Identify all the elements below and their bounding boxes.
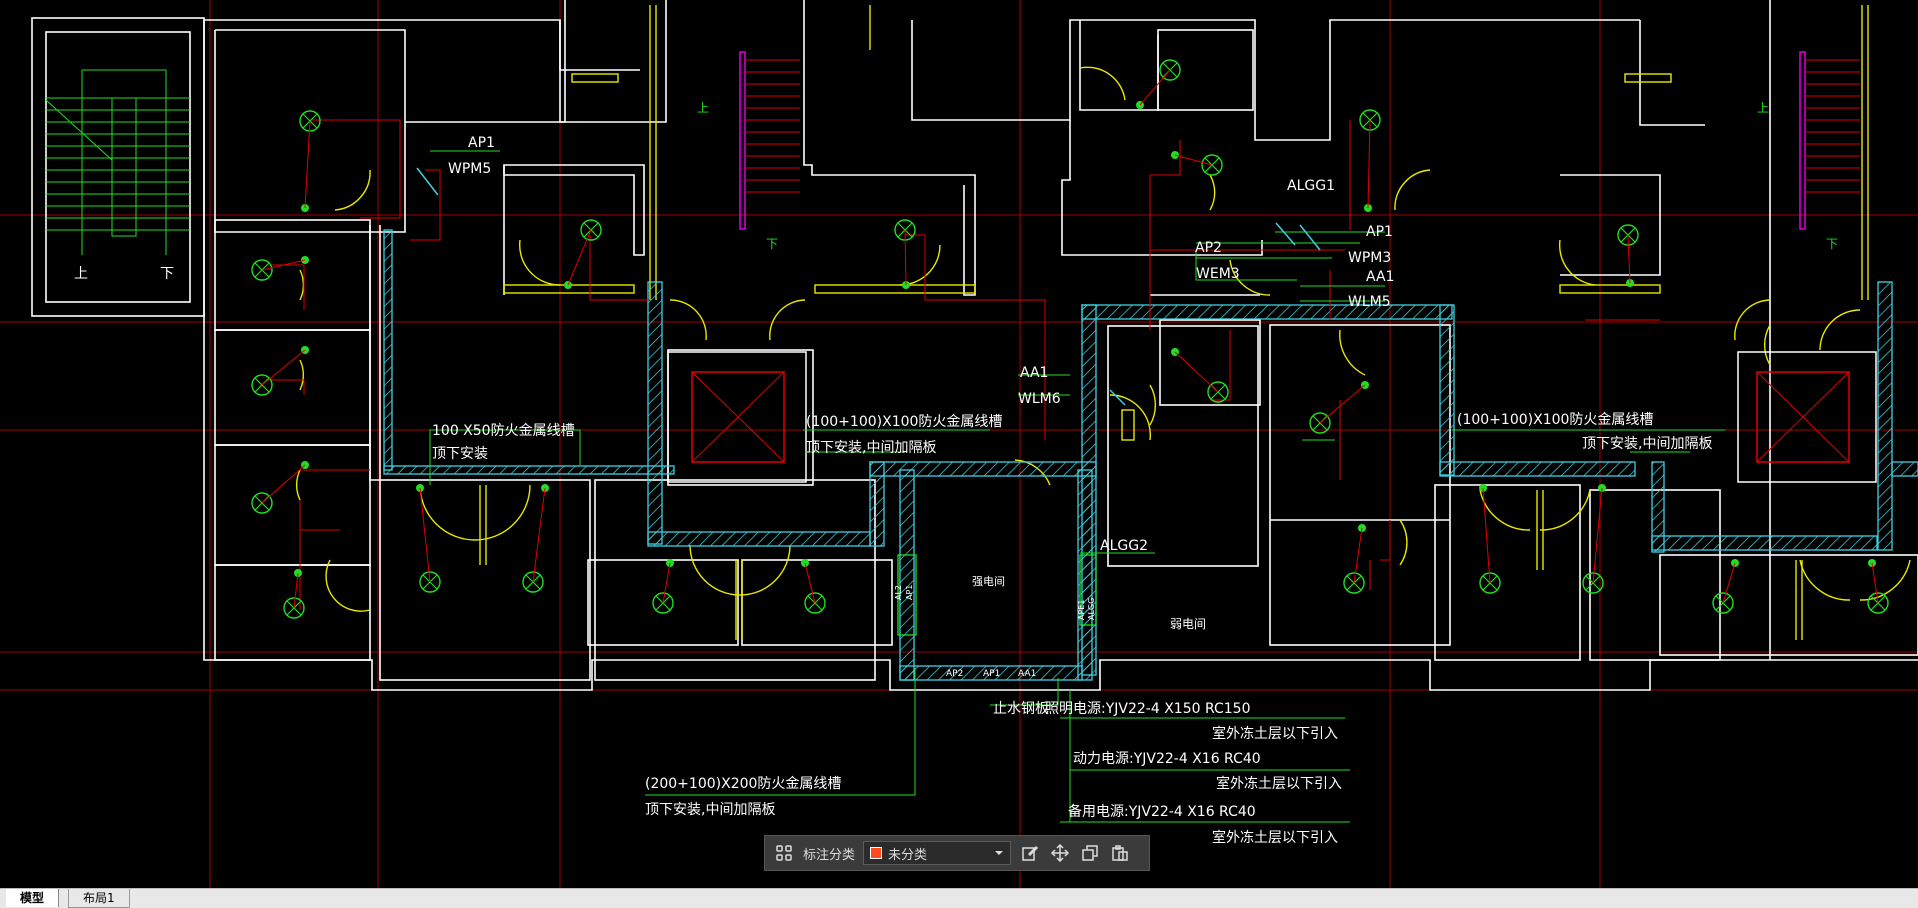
- label-aa1-mid: AA1: [1020, 365, 1048, 381]
- cad-drawing-canvas[interactable]: AP1 WPM5 100 X50防火金属线槽 顶下安装 (100+100)X10…: [0, 0, 1918, 890]
- label-vert-2: AP1: [905, 585, 914, 600]
- cable-trays: [383, 229, 1918, 681]
- label-ap1-left: AP1: [468, 135, 495, 151]
- label-wlm5: WLM5: [1348, 294, 1391, 310]
- category-select[interactable]: 未分类: [863, 841, 1012, 865]
- pointer-arrows: [416, 167, 1321, 406]
- switch-icon: [564, 229, 592, 289]
- label-tray-left-1: 100 X50防火金属线槽: [432, 423, 575, 439]
- switch-icon: [532, 484, 549, 583]
- label-light-power: 照明电源:YJV22-4 X150 RC150: [1045, 701, 1251, 717]
- stair-left: [45, 69, 190, 255]
- label-tray-mid-1: (100+100)X100防火金属线槽: [806, 414, 1002, 430]
- label-algg2: ALGG2: [1100, 538, 1148, 554]
- switch-icon: [416, 484, 431, 583]
- label-stair-up: 上: [74, 266, 88, 282]
- switch-icon: [1479, 484, 1491, 584]
- label-tray-bottom-2: 顶下安装,中间加隔板: [645, 802, 775, 818]
- switch-icon: [1364, 119, 1372, 212]
- paste-icon[interactable]: [1109, 842, 1131, 864]
- switch-icon: [1868, 559, 1879, 604]
- label-wpm3: WPM3: [1348, 250, 1391, 266]
- label-wem3: WEM3: [1196, 266, 1240, 282]
- switch-icon: [293, 569, 302, 609]
- switch-icon: [1136, 69, 1171, 109]
- switch-icon: [261, 461, 309, 504]
- switch-icon: [301, 120, 311, 212]
- label-room-weak: 弱电间: [1170, 617, 1206, 631]
- label-aa1-bottom: AA1: [1018, 669, 1036, 679]
- label-stop-plate: 止水钢板: [993, 701, 1049, 717]
- label-algg1: ALGG1: [1287, 178, 1335, 194]
- label-ap2-bottom: AP2: [946, 669, 963, 679]
- label-tray-mid-2: 顶下安装,中间加隔板: [806, 440, 936, 456]
- label-vert-4: ALGG: [1087, 598, 1096, 620]
- chevron-down-icon: [994, 846, 1004, 861]
- label-vert-1: AL2: [894, 585, 903, 600]
- category-label: 标注分类: [803, 847, 856, 863]
- label-tray-right-2: 顶下安装,中间加隔板: [1582, 436, 1712, 452]
- label-tray-bottom-1: (200+100)X200防火金属线槽: [645, 776, 841, 792]
- label-outdoor-3: 室外冻土层以下引入: [1212, 829, 1338, 846]
- annotation-toolbar: 标注分类 未分类: [764, 835, 1150, 871]
- tab-model[interactable]: 模型: [6, 889, 60, 907]
- label-stair-up-2: 上: [697, 101, 709, 115]
- category-value: 未分类: [888, 847, 928, 863]
- copy-icon[interactable]: [1079, 842, 1101, 864]
- label-ap2: AP2: [1195, 240, 1222, 256]
- tab-layout1[interactable]: 布局1: [68, 889, 130, 908]
- label-stair-down-3: 下: [1826, 237, 1838, 251]
- label-stair-down-2: 下: [766, 237, 778, 251]
- label-ap1-bottom: AP1: [983, 669, 1000, 679]
- label-ap1-right: AP1: [1366, 224, 1393, 240]
- label-wpm5: WPM5: [448, 161, 491, 177]
- label-vert-3: APE1: [1077, 600, 1086, 620]
- label-stair-up-3: 上: [1757, 101, 1769, 115]
- move-icon[interactable]: [1049, 842, 1071, 864]
- label-power-supply: 动力电源:YJV22-4 X16 RC40: [1073, 751, 1261, 767]
- label-backup-power: 备用电源:YJV22-4 X16 RC40: [1068, 803, 1256, 820]
- label-tray-left-2: 顶下安装: [432, 446, 488, 462]
- switch-icon: [1626, 234, 1634, 287]
- label-outdoor-2: 室外冻土层以下引入: [1216, 775, 1342, 792]
- category-color-swatch: [870, 847, 883, 859]
- label-outdoor-1: 室外冻土层以下引入: [1212, 725, 1338, 742]
- label-aa1-right: AA1: [1366, 269, 1394, 285]
- label-wlm6: WLM6: [1018, 391, 1061, 407]
- grid-icon[interactable]: [773, 842, 795, 864]
- layout-tab-bar: 模型 布局1: [0, 888, 1918, 908]
- switch-icon: [662, 559, 674, 604]
- label-tray-right-1: (100+100)X100防火金属线槽: [1457, 412, 1653, 428]
- edit-icon[interactable]: [1019, 842, 1041, 864]
- label-stair-down: 下: [160, 266, 174, 282]
- switch-icon: [1171, 348, 1219, 393]
- label-room-strong: 强电间: [972, 575, 1005, 588]
- switch-icon: [1319, 381, 1369, 424]
